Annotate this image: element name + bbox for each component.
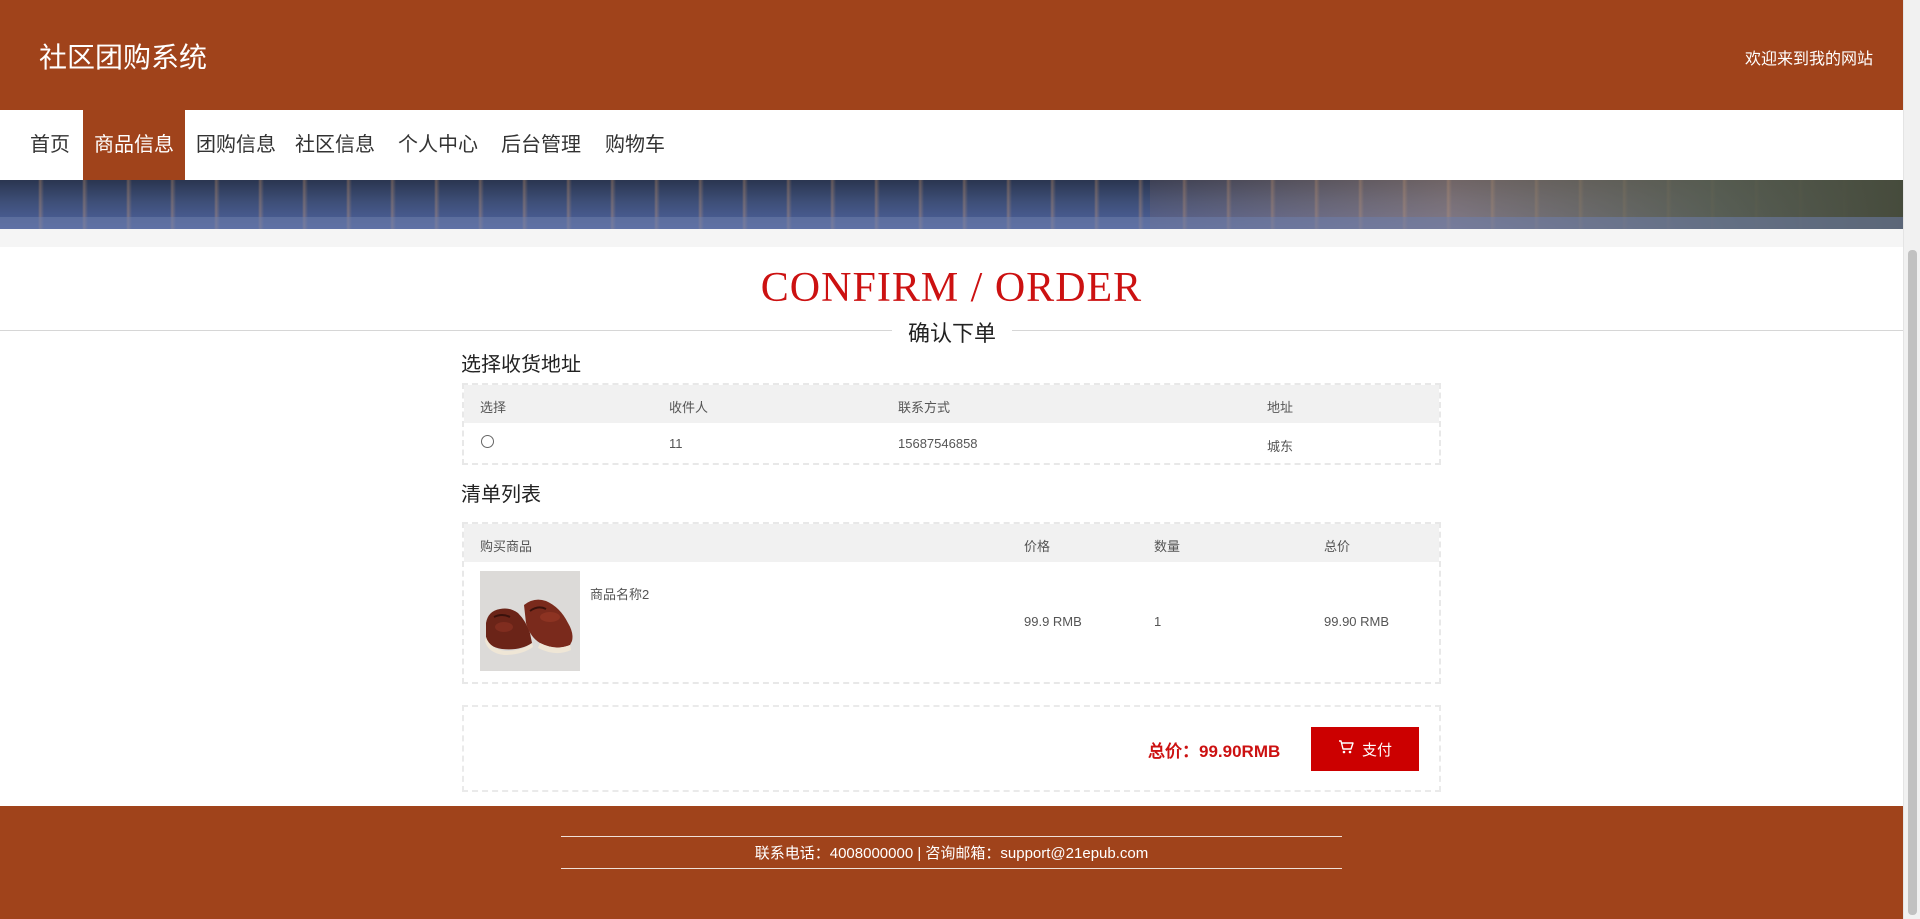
items-section-title: 清单列表 [461, 484, 541, 506]
col-header-subtotal: 总价 [1324, 539, 1351, 554]
nav-item-products[interactable]: 商品信息 [83, 110, 185, 180]
banner-image [0, 180, 1903, 229]
col-header-address: 地址 [1267, 400, 1294, 415]
quantity-cell: 1 [1154, 614, 1162, 629]
top-header: 社区团购系统 欢迎来到我的网站 [0, 0, 1903, 110]
price-cell: 99.9 RMB [1024, 614, 1082, 629]
footer-divider-top [561, 836, 1342, 837]
page-title-cn: 确认下单 [892, 316, 1012, 348]
nav-item-admin[interactable]: 后台管理 [490, 110, 592, 180]
col-header-price: 价格 [1024, 539, 1051, 554]
main-nav: 首页 商品信息 团购信息 社区信息 个人中心 后台管理 购物车 [0, 110, 1903, 180]
recipient-cell: 11 [669, 436, 683, 451]
scrollbar-thumb[interactable] [1908, 250, 1917, 915]
product-name[interactable]: 商品名称2 [590, 584, 649, 603]
banner-gap [0, 229, 1903, 247]
items-table-header: 购买商品 价格 数量 总价 [464, 524, 1439, 562]
banner-water [0, 217, 1903, 229]
items-table: 购买商品 价格 数量 总价 商品名称2 99.9 RMB 1 99.90 RMB [462, 522, 1441, 684]
col-header-phone: 联系方式 [898, 400, 951, 415]
address-table-header: 选择 收件人 联系方式 地址 [464, 385, 1439, 423]
page-scrollbar[interactable] [1903, 0, 1920, 919]
nav-item-cart[interactable]: 购物车 [594, 110, 676, 180]
total-price: 总价：99.90RMB [1148, 742, 1281, 761]
footer: 联系电话：4008000000 | 咨询邮箱：support@21epub.co… [0, 806, 1903, 919]
shoe-image [480, 571, 580, 671]
nav-item-personal-center[interactable]: 个人中心 [387, 110, 489, 180]
nav-item-community[interactable]: 社区信息 [284, 110, 386, 180]
welcome-text: 欢迎来到我的网站 [1744, 51, 1873, 68]
footer-divider-bottom [561, 868, 1342, 869]
address-table: 选择 收件人 联系方式 地址 11 15687546858 城东 [462, 383, 1441, 465]
address-radio[interactable] [481, 435, 494, 448]
nav-item-home[interactable]: 首页 [19, 110, 81, 180]
page-title-en: CONFIRM / ORDER [760, 265, 1143, 311]
pay-button[interactable]: 支付 [1311, 727, 1419, 771]
col-header-product: 购买商品 [480, 539, 533, 554]
phone-cell: 15687546858 [898, 436, 978, 451]
address-cell: 城东 [1267, 439, 1294, 454]
product-image[interactable] [480, 571, 580, 671]
subtotal-cell: 99.90 RMB [1324, 614, 1390, 629]
nav-item-group-buy[interactable]: 团购信息 [185, 110, 287, 180]
footer-contact: 联系电话：4008000000 | 咨询邮箱：support@21epub.co… [754, 845, 1149, 862]
site-title[interactable]: 社区团购系统 [39, 36, 207, 76]
order-summary: 总价：99.90RMB 支付 [462, 705, 1441, 792]
col-header-quantity: 数量 [1154, 539, 1181, 554]
col-header-select: 选择 [480, 400, 507, 415]
pay-button-label: 支付 [1361, 741, 1392, 759]
address-section-title: 选择收货地址 [461, 354, 581, 376]
cart-icon [1338, 740, 1354, 758]
col-header-recipient: 收件人 [669, 400, 709, 415]
